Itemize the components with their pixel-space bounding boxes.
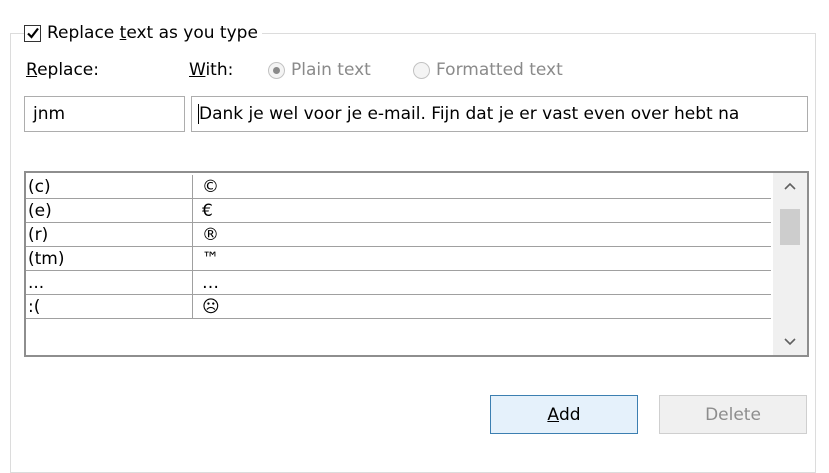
with-cell: … [202, 272, 219, 293]
list-rows: (c) © (e) € (r) ® (tm) ™ ... … :( ☹ [26, 175, 771, 319]
formatted-text-radio-button[interactable] [413, 61, 430, 79]
scroll-up-button[interactable] [773, 173, 807, 199]
formatted-text-label: Formatted text [436, 60, 563, 80]
list-row[interactable]: (c) © [26, 175, 771, 199]
vertical-scrollbar[interactable] [773, 173, 807, 355]
replace-cell: (e) [26, 199, 193, 222]
replace-input-value: jnm [33, 104, 66, 124]
replace-as-you-type-label: Replace text as you type [47, 23, 258, 43]
with-input-value: Dank je wel voor je e-mail. Fijn dat je … [199, 104, 740, 124]
with-cell: ☹ [202, 296, 220, 317]
add-button[interactable]: Add [490, 395, 638, 434]
with-cell: © [202, 176, 219, 197]
with-column-label: With: [189, 60, 234, 80]
list-row[interactable]: (tm) ™ [26, 247, 771, 271]
list-row[interactable]: ... … [26, 271, 771, 295]
replace-cell: ... [26, 271, 193, 294]
plain-text-radio-button[interactable] [268, 61, 285, 79]
replace-as-you-type-checkbox[interactable] [24, 24, 41, 42]
replace-cell: :( [26, 295, 193, 318]
with-cell: ™ [202, 248, 219, 269]
replace-input[interactable]: jnm [24, 96, 185, 132]
autocorrect-entries-list[interactable]: (c) © (e) € (r) ® (tm) ™ ... … :( ☹ [24, 171, 809, 357]
replace-as-you-type-option[interactable]: Replace text as you type [24, 20, 262, 46]
scrollbar-thumb[interactable] [780, 209, 800, 245]
replace-cell: (tm) [26, 247, 193, 270]
list-row[interactable]: (r) ® [26, 223, 771, 247]
delete-button[interactable]: Delete [659, 395, 807, 434]
replace-column-label: Replace: [26, 60, 99, 80]
with-cell: € [202, 200, 213, 221]
replace-cell: (c) [26, 175, 193, 198]
checkmark-icon [26, 27, 39, 39]
plain-text-radio[interactable]: Plain text [268, 60, 371, 80]
list-row[interactable]: (e) € [26, 199, 771, 223]
chevron-down-icon [784, 338, 796, 346]
plain-text-label: Plain text [291, 60, 371, 80]
with-cell: ® [202, 224, 219, 245]
with-input[interactable]: Dank je wel voor je e-mail. Fijn dat je … [191, 96, 808, 132]
chevron-up-icon [784, 182, 796, 190]
formatted-text-radio[interactable]: Formatted text [413, 60, 563, 80]
list-row[interactable]: :( ☹ [26, 295, 771, 319]
scroll-down-button[interactable] [773, 329, 807, 355]
replace-cell: (r) [26, 223, 193, 246]
